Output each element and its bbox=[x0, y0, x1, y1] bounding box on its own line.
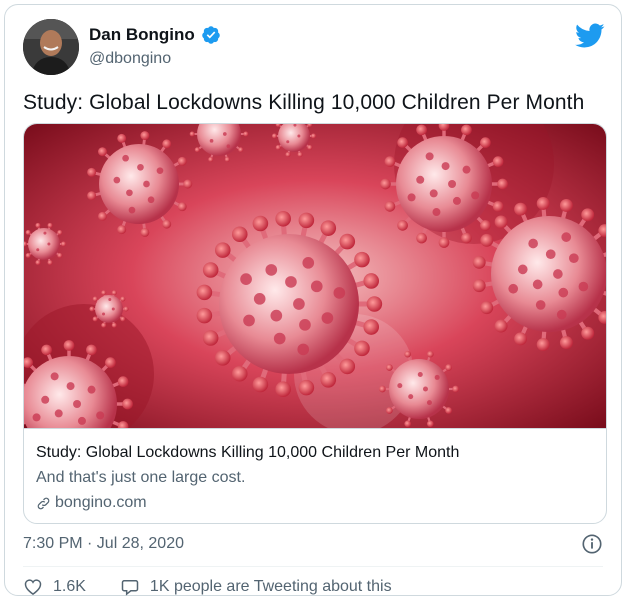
reply-bubble-icon bbox=[121, 580, 139, 596]
tweet-card: Dan Bongino @dbongino Study: Global Lock… bbox=[4, 4, 622, 596]
tweet-timestamp[interactable]: 7:30 PM · Jul 28, 2020 bbox=[23, 535, 184, 553]
author-handle[interactable]: @dbongino bbox=[89, 50, 171, 68]
link-preview-card[interactable]: Study: Global Lockdowns Killing 10,000 C… bbox=[23, 123, 607, 524]
link-icon bbox=[37, 497, 50, 509]
verified-badge-icon bbox=[202, 26, 220, 44]
actions-divider bbox=[23, 566, 603, 567]
author-display-name[interactable]: Dan Bongino bbox=[89, 25, 195, 45]
avatar[interactable] bbox=[23, 19, 79, 75]
tweet-actions: 1.6K 1K people are Tweeting about this bbox=[23, 577, 392, 597]
card-domain: bongino.com bbox=[55, 494, 147, 511]
heart-icon bbox=[24, 579, 42, 595]
conversation-button[interactable]: 1K people are Tweeting about this bbox=[120, 577, 392, 597]
info-icon[interactable] bbox=[581, 533, 603, 555]
card-divider bbox=[24, 428, 606, 429]
card-description: And that's just one large cost. bbox=[36, 469, 246, 486]
avatar-image bbox=[23, 19, 79, 75]
tweet-text: Study: Global Lockdowns Killing 10,000 C… bbox=[23, 91, 585, 114]
like-button[interactable]: 1.6K bbox=[23, 577, 86, 597]
author-name-row: Dan Bongino bbox=[89, 25, 221, 45]
card-domain-row: bongino.com bbox=[36, 494, 147, 512]
card-title: Study: Global Lockdowns Killing 10,000 C… bbox=[36, 444, 460, 461]
twitter-bird-icon[interactable] bbox=[575, 23, 605, 49]
conversation-label: 1K people are Tweeting about this bbox=[149, 578, 392, 595]
like-count: 1.6K bbox=[53, 578, 86, 595]
card-image bbox=[24, 124, 606, 428]
